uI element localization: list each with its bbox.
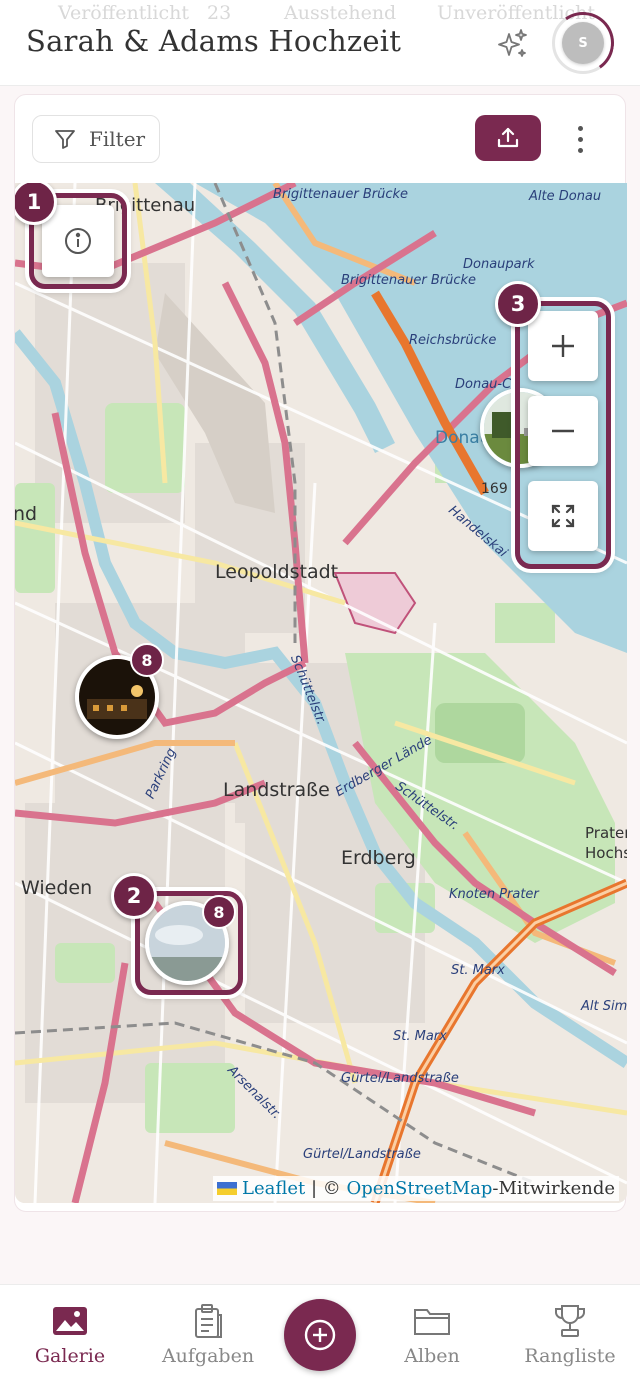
more-options-button[interactable] xyxy=(563,119,597,159)
info-icon xyxy=(65,228,91,254)
map-label-left-edge: nd xyxy=(15,503,38,525)
step-badge-2: 2 xyxy=(111,873,157,919)
sparkle-icon[interactable] xyxy=(494,26,530,62)
map-attribution: Leaflet | © OpenStreetMap -Mitwirkende xyxy=(213,1176,619,1201)
ukraine-flag-icon xyxy=(217,1182,237,1195)
nav-item-rangliste[interactable]: Rangliste xyxy=(510,1301,630,1367)
map-view[interactable]: Leopoldstadt Landstraße Erdberg Wieden B… xyxy=(15,183,627,1203)
street-label: Alt Sim xyxy=(581,999,627,1014)
create-post-button[interactable] xyxy=(284,1299,356,1371)
plus-icon xyxy=(552,335,574,357)
image-icon xyxy=(53,1307,87,1335)
map-label-landstrasse: Landstraße xyxy=(223,779,330,801)
fullscreen-button[interactable] xyxy=(528,481,598,551)
street-label: Brigittenauer Brücke xyxy=(341,273,477,288)
gallery-map-card: Filter Leopoldstadt Landstraße Erdberg W… xyxy=(14,94,627,1212)
attribution-separator: | © xyxy=(305,1178,347,1199)
nav-label: Aufgaben xyxy=(161,1345,255,1367)
funnel-icon xyxy=(55,130,75,149)
zoom-in-button[interactable] xyxy=(528,311,598,381)
nav-item-galerie[interactable]: Galerie xyxy=(10,1301,130,1367)
zoom-out-button[interactable] xyxy=(528,396,598,466)
street-label: Knoten Prater xyxy=(449,887,539,902)
street-label: Donaupark xyxy=(463,257,535,272)
attribution-suffix: -Mitwirkende xyxy=(492,1178,615,1199)
trophy-icon xyxy=(555,1305,585,1337)
upload-button[interactable] xyxy=(475,115,541,161)
tab-published[interactable]: Veröffentlicht xyxy=(58,2,189,24)
bottom-navigation: Galerie Aufgaben Alben Rangliste xyxy=(0,1284,640,1385)
street-label: Brigittenauer Brücke xyxy=(273,187,409,202)
map-label-prater: Prater Hochstraße xyxy=(585,824,627,862)
plus-circle-icon xyxy=(304,1319,336,1351)
avatar-button[interactable]: S xyxy=(547,7,619,79)
map-label-169: 169 xyxy=(481,481,508,497)
leaflet-link[interactable]: Leaflet xyxy=(242,1178,305,1199)
map-zoom-controls xyxy=(528,311,598,566)
filter-label: Filter xyxy=(89,127,146,151)
tab-pending[interactable]: Ausstehend xyxy=(284,2,396,24)
clipboard-icon xyxy=(195,1304,222,1338)
folder-icon xyxy=(414,1309,450,1335)
nav-label: Alben xyxy=(404,1345,460,1367)
street-label: Alte Donau xyxy=(529,189,602,204)
osm-link[interactable]: OpenStreetMap xyxy=(346,1178,492,1199)
app-header: Veröffentlicht 23 Ausstehend Unveröffent… xyxy=(0,0,640,86)
minus-icon xyxy=(552,429,574,433)
upload-icon xyxy=(497,127,519,148)
map-label-wieden: Wieden xyxy=(21,877,93,899)
street-label: St. Marx xyxy=(393,1029,447,1044)
map-label-erdberg: Erdberg xyxy=(341,847,416,869)
tab-published-count: 23 xyxy=(207,2,232,24)
street-label: Gürtel/Landstraße xyxy=(303,1147,421,1162)
more-vertical-icon xyxy=(577,125,583,131)
street-label: Reichsbrücke xyxy=(409,333,497,348)
nav-item-aufgaben[interactable]: Aufgaben xyxy=(148,1301,268,1367)
page-title: Sarah & Adams Hochzeit xyxy=(26,24,402,58)
fullscreen-icon xyxy=(551,504,575,528)
map-label-leopoldstadt: Leopoldstadt xyxy=(215,561,339,583)
nav-label: Galerie xyxy=(34,1345,106,1367)
filter-button[interactable]: Filter xyxy=(32,115,160,163)
street-label: Gürtel/Landstraße xyxy=(341,1071,459,1086)
nav-item-alben[interactable]: Alben xyxy=(372,1301,492,1367)
photo-count-badge: 8 xyxy=(130,643,164,677)
step-badge-3: 3 xyxy=(495,281,541,327)
street-label: St. Marx xyxy=(451,963,505,978)
map-info-button[interactable] xyxy=(42,205,114,277)
nav-label: Rangliste xyxy=(524,1345,616,1367)
photo-count-badge: 8 xyxy=(202,895,236,929)
avatar: S xyxy=(562,22,604,64)
